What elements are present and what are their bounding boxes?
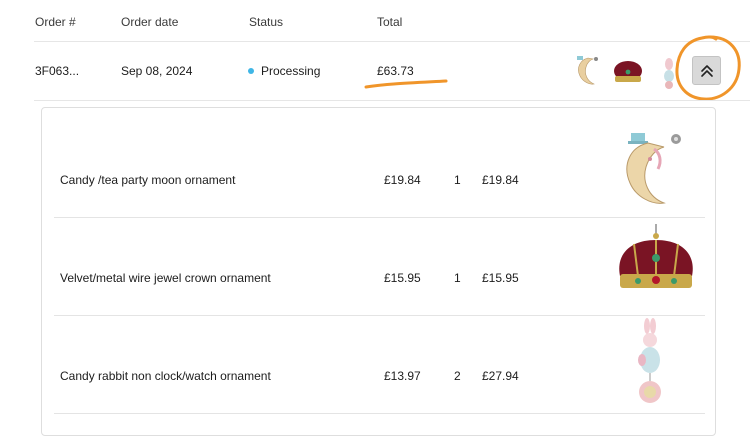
order-status: Processing [261,64,321,78]
order-item-row: Velvet/metal wire jewel crown ornament £… [54,218,705,316]
item-price: £15.95 [384,271,421,285]
item-name[interactable]: Candy rabbit non clock/watch ornament [60,369,271,383]
header-status: Status [249,15,284,29]
item-name[interactable]: Velvet/metal wire jewel crown ornament [60,271,271,285]
item-quantity: 1 [454,173,461,187]
order-item-row: Candy /tea party moon ornament £19.84 1 … [54,120,705,218]
order-item-row: Candy rabbit non clock/watch ornament £1… [54,316,705,414]
item-name[interactable]: Candy /tea party moon ornament [60,173,235,187]
order-details-panel: Candy /tea party moon ornament £19.84 1 … [41,107,716,436]
order-date: Sep 08, 2024 [121,64,193,78]
header-order-date: Order date [121,15,179,29]
moon-ornament-image[interactable] [614,125,694,213]
total-underline-annotation [364,79,448,89]
item-quantity: 2 [454,369,461,383]
item-line-total: £15.95 [482,271,519,285]
row-divider [54,413,705,414]
button-circle-annotation [675,35,741,101]
header-order-number: Order # [35,15,76,29]
item-price: £19.84 [384,173,421,187]
status-dot-icon [248,68,254,74]
moon-ornament-thumbnail [577,56,598,85]
rabbit-ornament-image[interactable] [614,316,684,408]
item-line-total: £27.94 [482,369,519,383]
header-total: Total [377,15,403,29]
item-quantity: 1 [454,271,461,285]
item-price: £13.97 [384,369,421,383]
order-row-divider [34,100,750,101]
item-line-total: £19.84 [482,173,519,187]
order-number[interactable]: 3F063... [35,64,79,78]
header-divider [34,41,750,42]
crown-ornament-image[interactable] [614,222,698,304]
crown-ornament-thumbnail [614,61,642,82]
